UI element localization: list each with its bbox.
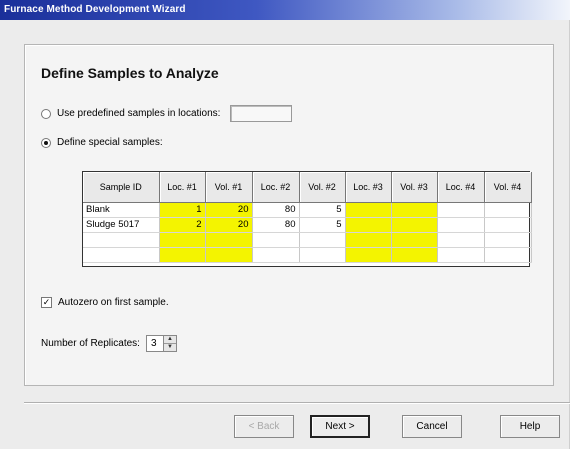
col-header[interactable]: Vol. #1 <box>205 172 253 203</box>
grid-cell[interactable] <box>345 202 392 218</box>
grid-cell[interactable]: 1 <box>159 202 206 218</box>
table-row: Blank 1 20 80 5 <box>83 202 532 218</box>
table-row <box>83 247 532 263</box>
replicates-stepper[interactable]: 3 ▲ ▼ <box>145 335 177 352</box>
replicates-input[interactable]: 3 <box>145 335 164 352</box>
grid-cell[interactable]: 2 <box>159 217 206 233</box>
grid-cell[interactable] <box>205 247 253 263</box>
col-header[interactable]: Sample ID <box>83 172 160 203</box>
table-row <box>83 232 532 248</box>
grid-cell[interactable] <box>391 232 438 248</box>
grid-cell[interactable] <box>484 247 532 263</box>
grid-cell[interactable] <box>484 217 532 233</box>
stepper-down-icon[interactable]: ▼ <box>163 343 176 351</box>
grid-cell[interactable]: 20 <box>205 202 253 218</box>
sample-table: Sample ID Loc. #1 Vol. #1 Loc. #2 Vol. #… <box>83 172 532 263</box>
grid-cell[interactable] <box>484 232 532 248</box>
stepper-buttons[interactable]: ▲ ▼ <box>163 335 177 352</box>
grid-cell[interactable] <box>205 232 253 248</box>
grid-cell[interactable] <box>159 232 206 248</box>
autozero-option[interactable]: ✓ Autozero on first sample. <box>41 297 169 308</box>
replicates-label: Number of Replicates: <box>41 338 140 349</box>
grid-cell[interactable]: 5 <box>299 202 346 218</box>
window-title: Furnace Method Development Wizard <box>4 4 186 15</box>
col-header[interactable]: Loc. #1 <box>159 172 206 203</box>
content-panel: Define Samples to Analyze Use predefined… <box>24 44 554 386</box>
grid-cell[interactable]: 20 <box>205 217 253 233</box>
col-header[interactable]: Vol. #2 <box>299 172 346 203</box>
grid-cell[interactable] <box>437 247 485 263</box>
grid-cell[interactable]: Blank <box>83 202 160 218</box>
grid-cell[interactable] <box>83 232 160 248</box>
help-button[interactable]: Help <box>500 415 560 438</box>
stepper-up-icon[interactable]: ▲ <box>164 336 176 343</box>
replicates-row: Number of Replicates: 3 ▲ ▼ <box>41 335 177 352</box>
col-header[interactable]: Loc. #3 <box>345 172 392 203</box>
grid-cell[interactable] <box>299 247 346 263</box>
grid-cell[interactable]: 80 <box>252 202 300 218</box>
autozero-checkbox[interactable]: ✓ <box>41 297 52 308</box>
special-radio[interactable] <box>41 137 51 148</box>
wizard-window: Furnace Method Development Wizard Define… <box>0 0 570 449</box>
grid-cell[interactable] <box>437 232 485 248</box>
grid-cell[interactable] <box>484 202 532 218</box>
locations-input[interactable] <box>230 105 293 122</box>
grid-cell[interactable] <box>391 202 438 218</box>
page-title: Define Samples to Analyze <box>41 65 219 81</box>
grid-cell[interactable] <box>252 247 300 263</box>
table-row: Sludge 5017 2 20 80 5 <box>83 217 532 233</box>
grid-cell[interactable] <box>345 247 392 263</box>
grid-cell[interactable]: Sludge 5017 <box>83 217 160 233</box>
grid-cell[interactable]: 80 <box>252 217 300 233</box>
cancel-button[interactable]: Cancel <box>402 415 462 438</box>
back-button[interactable]: < Back <box>234 415 294 438</box>
grid-cell[interactable] <box>437 217 485 233</box>
grid-cell[interactable] <box>299 232 346 248</box>
col-header[interactable]: Loc. #2 <box>252 172 300 203</box>
predefined-option[interactable]: Use predefined samples in locations: <box>41 105 293 122</box>
autozero-label: Autozero on first sample. <box>58 297 169 308</box>
title-bar: Furnace Method Development Wizard <box>0 0 570 20</box>
predefined-label: Use predefined samples in locations: <box>57 108 221 119</box>
grid-cell[interactable] <box>83 247 160 263</box>
col-header[interactable]: Vol. #4 <box>484 172 532 203</box>
button-divider <box>24 402 570 404</box>
grid-header-row: Sample ID Loc. #1 Vol. #1 Loc. #2 Vol. #… <box>83 172 532 203</box>
grid-cell[interactable] <box>437 202 485 218</box>
col-header[interactable]: Loc. #4 <box>437 172 485 203</box>
next-button[interactable]: Next > <box>310 415 370 438</box>
grid-cell[interactable] <box>252 232 300 248</box>
grid-cell[interactable] <box>345 217 392 233</box>
special-option[interactable]: Define special samples: <box>41 137 163 148</box>
grid-cell[interactable]: 5 <box>299 217 346 233</box>
grid-cell[interactable] <box>391 247 438 263</box>
grid-cell[interactable] <box>391 217 438 233</box>
grid-cell[interactable] <box>345 232 392 248</box>
sample-grid: Sample ID Loc. #1 Vol. #1 Loc. #2 Vol. #… <box>82 171 532 267</box>
special-label: Define special samples: <box>57 137 163 148</box>
col-header[interactable]: Vol. #3 <box>391 172 438 203</box>
predefined-radio[interactable] <box>41 108 51 119</box>
grid-cell[interactable] <box>159 247 206 263</box>
